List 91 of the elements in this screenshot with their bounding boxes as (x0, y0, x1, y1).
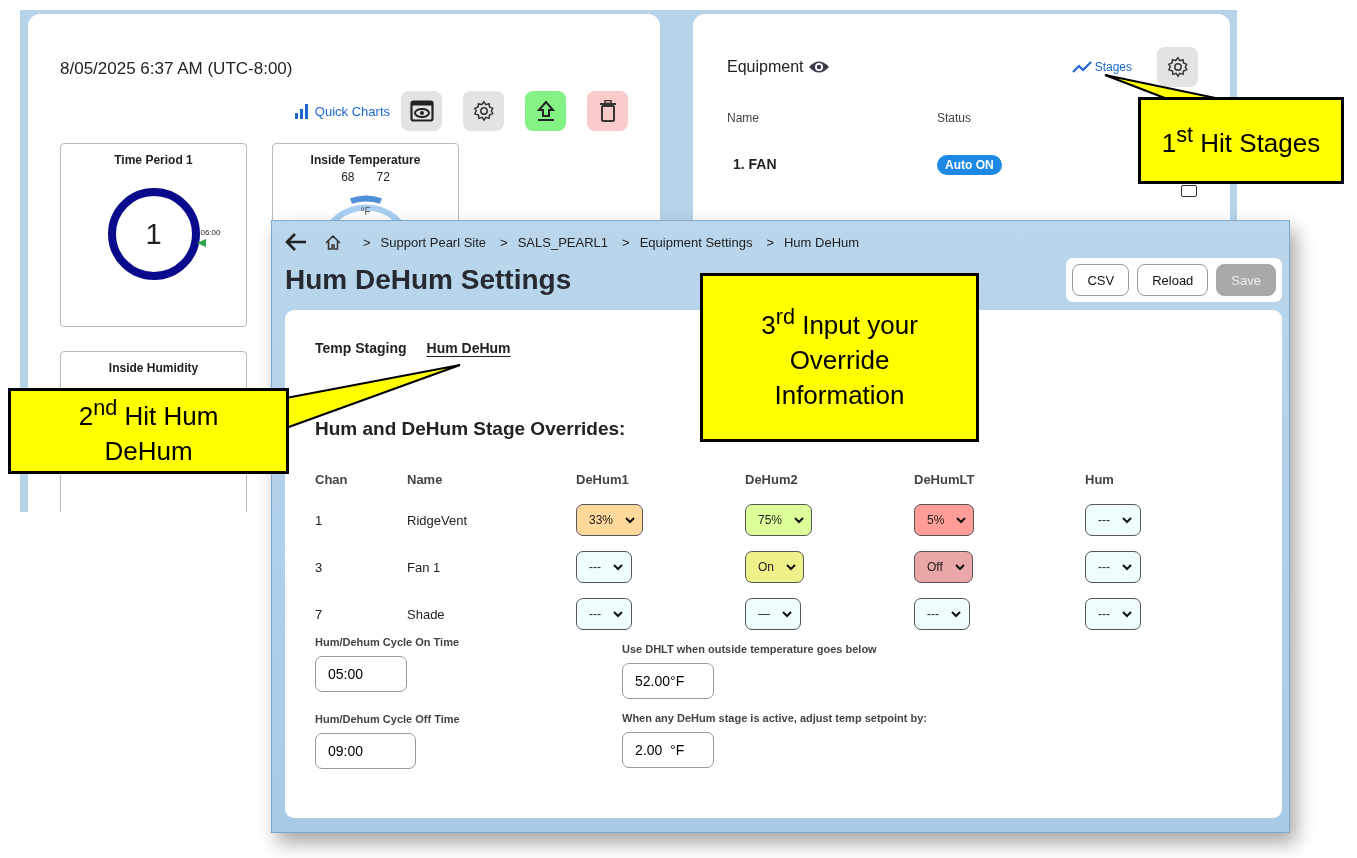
breadcrumb-separator: > (766, 234, 774, 250)
input-field[interactable]: 52.00°F (622, 663, 714, 699)
breadcrumb-link[interactable]: Support Pearl Site (380, 234, 487, 250)
breadcrumb-separator: > (622, 234, 630, 250)
caret-icon (782, 610, 792, 618)
settings-button[interactable] (1157, 47, 1198, 87)
column-header: Status (937, 111, 973, 125)
stage-dropdown[interactable]: 75% (745, 504, 813, 536)
trend-icon (1071, 61, 1092, 73)
delete-button[interactable] (587, 91, 628, 131)
action-button[interactable]: CSV (1072, 264, 1130, 296)
action-button[interactable]: Reload (1137, 264, 1209, 296)
column-header: DeHum2 (745, 472, 799, 489)
upload-button[interactable] (525, 91, 566, 131)
column-header: Chan (315, 472, 349, 489)
home-icon[interactable] (325, 234, 341, 250)
caret-icon (956, 516, 967, 524)
caret-icon (1122, 563, 1132, 571)
stage-dropdown[interactable]: --- (1085, 598, 1141, 630)
column-header: DeHum1 (576, 472, 630, 489)
input-field[interactable]: 09:00 (315, 733, 416, 769)
table-cell-text: Shade (407, 605, 446, 624)
field-label: When any DeHum stage is active, adjust temp setpoint by: (622, 712, 927, 724)
quick-charts-link[interactable]: Quick Charts (293, 103, 390, 119)
table-cell-text: 3 (315, 558, 324, 577)
tab[interactable]: Temp Staging (315, 340, 407, 356)
caret-icon (613, 610, 623, 618)
stage-dropdown[interactable]: --- (1085, 551, 1141, 583)
time-marker: 06:00 (200, 228, 221, 237)
table-cell-text: 7 (315, 605, 324, 624)
caret-icon (625, 516, 636, 524)
stage-dropdown[interactable]: Off (914, 551, 973, 583)
tab[interactable]: Hum DeHum (426, 340, 511, 356)
range-high: 72 (376, 170, 390, 184)
eye-icon (807, 60, 830, 74)
field-label: Hum/Dehum Cycle Off Time (315, 713, 461, 725)
caret-icon (786, 563, 796, 571)
input-field[interactable]: 2.00 °F (622, 732, 714, 768)
caret-icon (1122, 610, 1132, 618)
eye-icon (409, 100, 434, 122)
column-header: Name (407, 472, 444, 489)
field-label: Use DHLT when outside temperature goes below (622, 643, 878, 655)
column-header: Hum (1085, 472, 1115, 489)
stage-dropdown[interactable]: 5% (914, 504, 975, 536)
gauge-value: 1 (144, 218, 163, 251)
stage-dropdown[interactable]: --- (576, 551, 632, 583)
back-arrow-icon[interactable] (285, 233, 307, 251)
panel-title: Equipment (727, 58, 804, 76)
breadcrumb-separator: > (500, 234, 508, 250)
unit-label: °F (359, 206, 372, 217)
card-title: Time Period 1 (113, 153, 194, 167)
column-header: DeHumLT (914, 472, 976, 489)
field-label: Hum/Dehum Cycle On Time (315, 636, 461, 648)
table-cell-text: 1 (315, 511, 324, 530)
settings-icon (472, 100, 495, 122)
breadcrumb-link[interactable]: Hum DeHum (783, 234, 860, 250)
card-title: Inside Temperature (309, 153, 422, 167)
settings-icon (1166, 56, 1189, 78)
stage-dropdown[interactable]: — (745, 598, 801, 630)
triangle-icon (196, 239, 206, 247)
card-title: Inside Humidity (107, 361, 200, 375)
caret-icon (613, 563, 623, 571)
input-field[interactable]: 05:00 (315, 656, 407, 692)
callout-note: 2$^{nd}$ Hit Hum DeHum (8, 388, 289, 474)
upload-icon (535, 100, 556, 122)
trash-icon (598, 100, 617, 122)
preview-button[interactable] (401, 91, 442, 131)
caret-icon (951, 610, 961, 618)
equipment-name: 1. FAN (732, 156, 778, 172)
stage-dropdown[interactable]: --- (576, 598, 632, 630)
caret-icon (794, 516, 805, 524)
table-cell-text: RidgeVent (407, 511, 468, 530)
status-badge: Auto ON (937, 155, 1002, 175)
stage-dropdown[interactable]: --- (1085, 504, 1141, 536)
breadcrumb-link[interactable]: Equipment Settings (639, 234, 753, 250)
date-time: 8/05/2025 6:37 AM (UTC-8:00) (60, 59, 294, 79)
section-title: Hum and DeHum Stage Overrides: (315, 418, 627, 440)
column-header: Name (727, 111, 760, 125)
range-low: 68 (341, 170, 355, 184)
callout-note: 3$^{rd}$ Input your Override Information (700, 273, 979, 442)
stage-dropdown[interactable]: 33% (576, 504, 644, 536)
breadcrumb-separator: > (363, 234, 371, 250)
stage-dropdown[interactable]: --- (914, 598, 970, 630)
caret-icon (1122, 516, 1132, 524)
stages-link[interactable]: Stages (1071, 60, 1132, 74)
stage-dropdown[interactable]: On (745, 551, 804, 583)
table-cell-text: Fan 1 (407, 558, 442, 577)
breadcrumb-link[interactable]: SALS_PEARL1 (517, 234, 609, 250)
settings-button[interactable] (463, 91, 504, 131)
page-title: Hum DeHum Settings (285, 264, 572, 296)
caret-icon (954, 563, 965, 571)
